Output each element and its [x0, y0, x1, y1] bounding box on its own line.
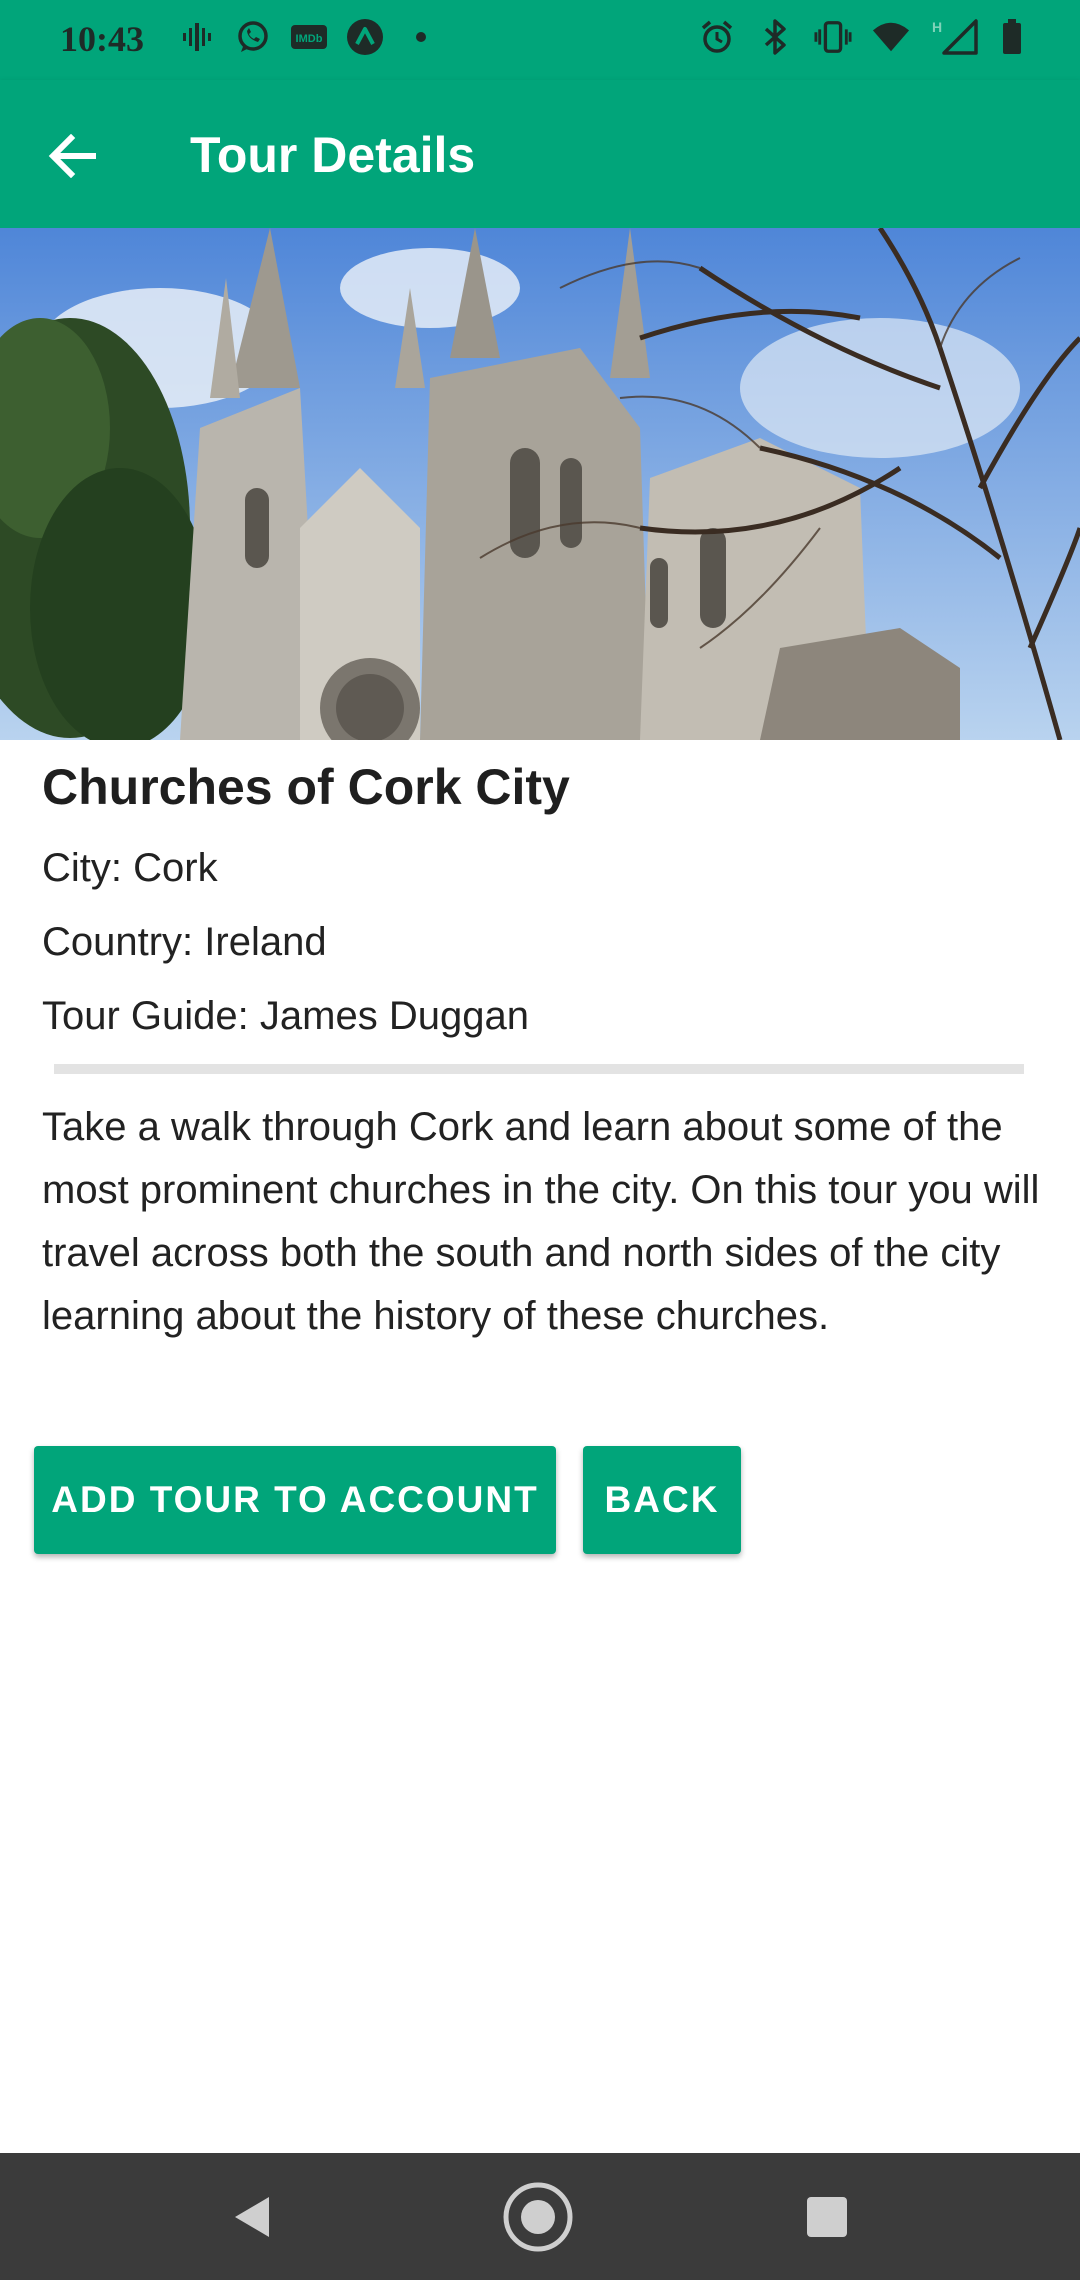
tour-country: Country: Ireland — [42, 920, 327, 964]
battery-icon — [1000, 18, 1024, 56]
add-tour-button[interactable]: ADD TOUR TO ACCOUNT — [34, 1446, 556, 1554]
imdb-icon: IMDb — [290, 18, 328, 56]
nav-back-icon[interactable] — [215, 2181, 287, 2253]
nav-home-icon[interactable] — [502, 2181, 574, 2253]
cathedral-photo — [0, 228, 1080, 740]
vibrate-icon — [814, 18, 852, 56]
arrow-back-icon[interactable] — [40, 124, 104, 188]
divider — [54, 1064, 1024, 1074]
svg-text:IMDb: IMDb — [296, 33, 323, 45]
network-type-label: H — [932, 19, 942, 35]
wifi-icon — [872, 18, 910, 56]
arc-icon — [346, 18, 384, 56]
whatsapp-icon — [234, 18, 272, 56]
dot-icon — [402, 18, 440, 56]
alarm-icon — [698, 18, 736, 56]
nav-recents-icon[interactable] — [791, 2181, 863, 2253]
notification-icons: IMDb — [178, 18, 440, 56]
system-navigation-bar — [0, 2153, 1080, 2280]
tour-title: Churches of Cork City — [42, 759, 570, 815]
system-icons: H — [698, 18, 1024, 56]
status-bar: 10:43 IMDb H — [0, 0, 1080, 80]
podcast-icon — [178, 18, 216, 56]
tour-city: City: Cork — [42, 846, 218, 890]
bluetooth-icon — [756, 18, 794, 56]
app-bar: Tour Details — [0, 80, 1080, 228]
back-button[interactable]: BACK — [583, 1446, 741, 1554]
signal-icon: H — [930, 18, 980, 56]
tour-description: Take a walk through Cork and learn about… — [42, 1105, 1040, 1338]
status-time: 10:43 — [60, 19, 144, 59]
page-title: Tour Details — [190, 127, 476, 183]
tour-guide: Tour Guide: James Duggan — [42, 994, 529, 1038]
